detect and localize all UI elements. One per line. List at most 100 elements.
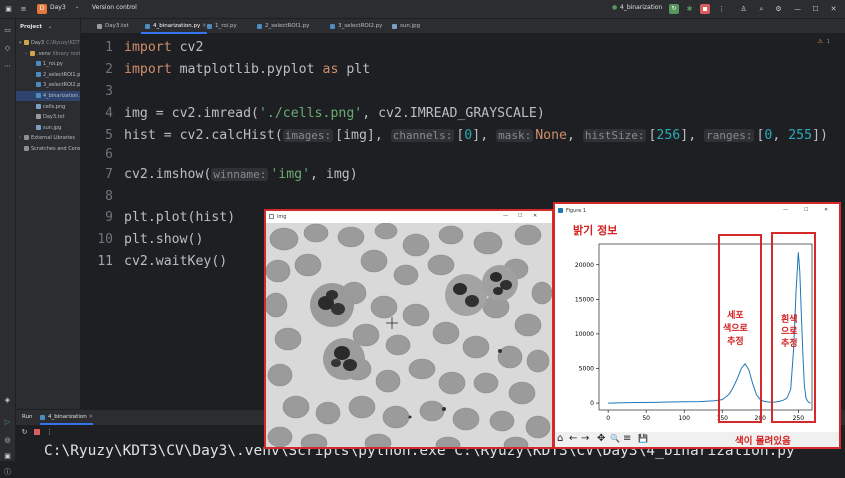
more-actions-icon[interactable]: ⋮ bbox=[716, 4, 727, 15]
tree-item[interactable]: Day3.txt bbox=[16, 112, 80, 122]
window-icon: ▣ bbox=[5, 5, 12, 13]
project-panel-dropdown-icon[interactable]: ⌄ bbox=[48, 24, 52, 30]
annotation-white-line: 흰색 bbox=[781, 315, 798, 325]
project-name[interactable]: Day3 bbox=[50, 4, 66, 11]
figure-close-icon[interactable]: ✕ bbox=[824, 207, 828, 213]
editor-tab[interactable]: 1_roi.py bbox=[203, 19, 237, 34]
minimize-icon[interactable]: — bbox=[792, 4, 803, 15]
run-tool-icon[interactable]: ▷ bbox=[2, 417, 13, 428]
tree-item-label: External Libraries bbox=[31, 135, 75, 142]
tree-item[interactable]: ▾Day3C:\Ryuzy\KDT3\CV\Day3 bbox=[16, 38, 80, 48]
token-text: cv2.imshow( bbox=[124, 167, 212, 182]
file-type-icon bbox=[207, 24, 212, 29]
figure-maximize-icon[interactable]: ☐ bbox=[804, 207, 808, 213]
line-number: 7 bbox=[105, 167, 113, 182]
editor-tab-label: Day3.txt bbox=[105, 23, 129, 29]
editor-tab[interactable]: 4_binarization.py ✕ bbox=[141, 19, 207, 34]
project-tool-icon[interactable]: ▭ bbox=[2, 25, 13, 36]
tree-item[interactable]: 4_binarization.py bbox=[16, 91, 80, 101]
maximize-icon[interactable]: ☐ bbox=[810, 4, 821, 15]
project-dropdown-icon[interactable]: ⌄ bbox=[75, 4, 79, 10]
param-hint: mask: bbox=[496, 129, 534, 142]
token-keyword: as bbox=[322, 62, 339, 77]
token-number: 256 bbox=[656, 128, 681, 143]
tree-item-suffix: C:\Ryuzy\KDT3\CV\Day3 bbox=[46, 40, 80, 46]
token-text: hist = cv2.calcHist( bbox=[124, 128, 283, 143]
img-close-icon[interactable]: ✕ bbox=[533, 213, 537, 219]
code-line-2: import matplotlib.pyplot as plt bbox=[124, 59, 370, 81]
wbc-cell-4 bbox=[323, 338, 365, 380]
settings-gear-icon[interactable]: ⚙ bbox=[773, 4, 784, 15]
account-icon[interactable]: ♙ bbox=[738, 4, 749, 15]
tree-item[interactable]: 2_selectROI1.py bbox=[16, 70, 80, 80]
param-hint: images: bbox=[282, 129, 334, 142]
tree-item[interactable]: sun.jpg bbox=[16, 123, 80, 133]
python-packages-icon[interactable]: ◈ bbox=[2, 395, 13, 406]
debug-icon[interactable]: ✱ bbox=[684, 4, 695, 15]
terminal-icon[interactable]: ▣ bbox=[2, 451, 13, 462]
matplotlib-figure-window[interactable]: Figure 1 — ☐ ✕ 밝기 정보 0 50 100 150 200 250 0 500… bbox=[553, 202, 841, 449]
token-text: , cv2.IMREAD_GRAYSCALE) bbox=[362, 106, 545, 121]
configure-icon[interactable]: ≡ bbox=[623, 433, 631, 444]
save-icon[interactable]: 💾 bbox=[638, 434, 648, 443]
structure-tool-icon[interactable]: ◇ bbox=[2, 43, 13, 54]
vcs-menu[interactable]: Version control bbox=[92, 4, 137, 11]
run-tab[interactable]: 4_binarization ✕ bbox=[40, 410, 94, 425]
tree-item-label: cells.png bbox=[43, 103, 66, 110]
more-tools-icon[interactable]: ⋯ bbox=[2, 61, 13, 72]
file-type-icon bbox=[36, 61, 41, 67]
editor-tab[interactable]: sun.jpg bbox=[388, 19, 420, 34]
line-number: 5 bbox=[105, 128, 113, 143]
img-minimize-icon[interactable]: — bbox=[503, 213, 508, 219]
file-type-icon bbox=[97, 24, 102, 29]
editor-tab[interactable]: 2_selectROI1.py bbox=[253, 19, 309, 34]
token-keyword: None bbox=[535, 128, 567, 143]
annotation-cell-text: 세포 색으로 추정 bbox=[723, 310, 748, 349]
wbc-cell-1 bbox=[310, 283, 354, 327]
console-more-icon[interactable]: ⋮ bbox=[44, 427, 55, 438]
tree-item[interactable]: cells.png bbox=[16, 102, 80, 112]
warning-count: 1 bbox=[826, 39, 831, 45]
code-line-11: cv2.waitKey() bbox=[124, 251, 227, 273]
editor-tab[interactable]: 3_selectROI2.py bbox=[326, 19, 382, 34]
tree-item[interactable]: Scratches and Consoles bbox=[16, 144, 80, 154]
wbc-cell-3 bbox=[482, 265, 518, 301]
rerun-icon[interactable]: ↻ bbox=[669, 4, 679, 14]
editor-tab[interactable]: Day3.txt bbox=[93, 19, 129, 34]
forward-icon[interactable]: → bbox=[581, 433, 589, 444]
tree-item[interactable]: 1_roi.py bbox=[16, 59, 80, 69]
problems-icon[interactable]: ⓘ bbox=[2, 467, 13, 478]
main-menu-icon[interactable]: ≡ bbox=[18, 4, 29, 15]
line-number: 1 bbox=[105, 40, 113, 55]
close-icon[interactable]: ✕ bbox=[828, 4, 839, 15]
annotation-cell-line: 색으로 bbox=[723, 324, 748, 334]
pan-icon[interactable]: ✥ bbox=[597, 433, 605, 444]
close-run-tab-icon[interactable]: ✕ bbox=[88, 414, 93, 420]
run-config-selector[interactable]: 4_binarization bbox=[620, 4, 662, 11]
tree-item[interactable]: › .venv library root bbox=[16, 49, 80, 59]
tree-item[interactable]: › External Libraries bbox=[16, 133, 80, 143]
figure-titlebar: Figure 1 — ☐ ✕ bbox=[555, 204, 839, 218]
img-window-titlebar: img — ☐ ✕ bbox=[266, 211, 552, 223]
line-number: 4 bbox=[105, 106, 113, 121]
stop-console-icon[interactable] bbox=[34, 429, 40, 435]
zoom-icon[interactable]: 🔍 bbox=[610, 434, 620, 443]
opencv-image-window[interactable]: img — ☐ ✕ bbox=[264, 209, 554, 449]
search-icon[interactable]: ⌕ bbox=[756, 4, 767, 15]
x-tick-label: 0 bbox=[606, 415, 610, 422]
warning-indicator-icon[interactable]: ⚠ bbox=[818, 38, 823, 45]
line-number: 2 bbox=[105, 62, 113, 77]
back-icon[interactable]: ← bbox=[569, 433, 577, 444]
img-window-icon bbox=[269, 214, 274, 219]
figure-minimize-icon[interactable]: — bbox=[783, 207, 788, 213]
tree-item[interactable]: 3_selectROI2.py bbox=[16, 80, 81, 90]
services-icon[interactable]: ◎ bbox=[2, 435, 13, 446]
rerun-console-icon[interactable]: ↻ bbox=[19, 427, 30, 438]
img-maximize-icon[interactable]: ☐ bbox=[518, 213, 522, 219]
token-text: ], bbox=[680, 128, 705, 143]
home-icon[interactable]: ⌂ bbox=[557, 433, 563, 444]
stop-icon[interactable] bbox=[700, 4, 710, 14]
token-text: , bbox=[772, 128, 789, 143]
run-tab-label: 4_binarization bbox=[48, 414, 87, 420]
tree-item-label: 3_selectROI2.py bbox=[43, 82, 81, 89]
